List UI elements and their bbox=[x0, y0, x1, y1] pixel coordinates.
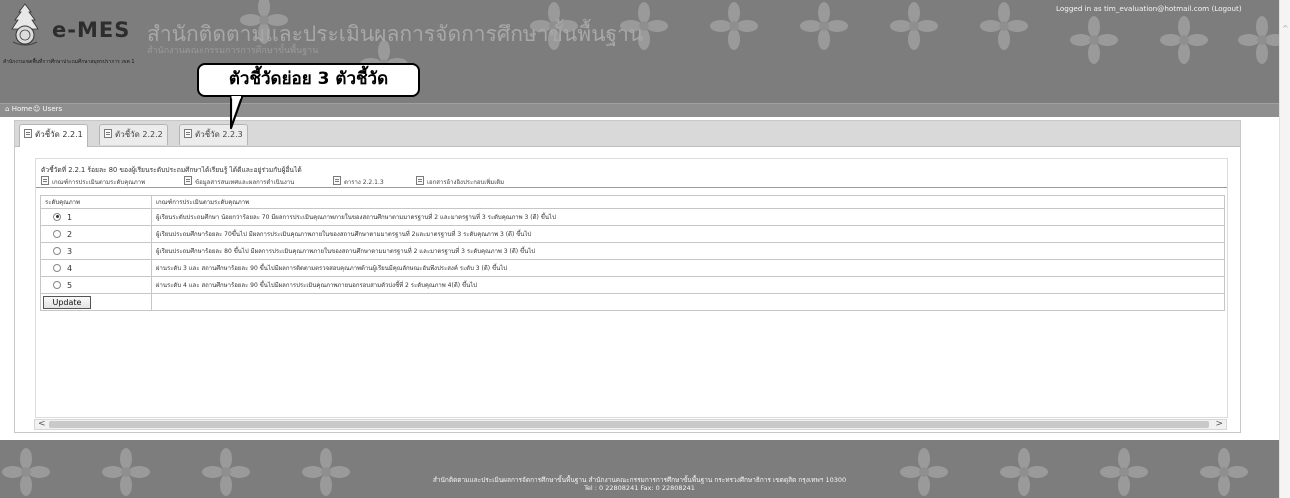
indicator-title: ตัวชี้วัดที่ 2.2.1 ร้อยละ 80 ของผู้เรียน… bbox=[41, 166, 302, 174]
callout-pointer bbox=[230, 96, 244, 130]
document-icon bbox=[184, 176, 192, 185]
users-icon: ☺ bbox=[33, 105, 41, 113]
level-radio[interactable] bbox=[53, 263, 61, 272]
empty-cell bbox=[151, 293, 1225, 311]
document-icon bbox=[333, 176, 341, 185]
subtab-criteria[interactable]: เกณฑ์การประเมินตามระดับคุณภาพ bbox=[41, 176, 145, 187]
subtab-information[interactable]: ข้อมูลสารสนเทศและผลการดำเนินงาน bbox=[184, 176, 294, 187]
update-cell: Update bbox=[40, 293, 152, 311]
document-icon bbox=[416, 176, 424, 185]
level-cell: 4 bbox=[40, 259, 152, 277]
ministry-seal-icon bbox=[5, 2, 45, 46]
subtab-table[interactable]: ตาราง 2.2.1.3 bbox=[333, 176, 384, 187]
table-row: Update bbox=[40, 293, 1225, 311]
document-icon bbox=[41, 176, 49, 185]
footer-contact: Tel : 0 22808241 Fax: 0 22808241 bbox=[584, 484, 695, 492]
tab-indicator-2-2-1[interactable]: ตัวชี้วัด 2.2.1 bbox=[19, 124, 88, 147]
level-cell: 3 bbox=[40, 242, 152, 260]
flower-decoration-icon bbox=[800, 2, 848, 50]
level-cell: 1 bbox=[40, 208, 152, 226]
criteria-text: ผู้เรียนระดับประถมศึกษา น้อยกว่าร้อยละ 7… bbox=[151, 208, 1225, 226]
column-header-criteria: เกณฑ์การประเมินตามระดับคุณภาพ bbox=[151, 195, 1225, 209]
update-button[interactable]: Update bbox=[43, 295, 91, 309]
criteria-text: ผ่านระดับ 4 และ สถานศึกษาร้อยละ 90 ขึ้นไ… bbox=[151, 276, 1225, 294]
nav-item-users[interactable]: ☺ Users bbox=[33, 105, 62, 113]
scrollbar-thumb[interactable] bbox=[49, 421, 1209, 428]
criteria-table: ระดับคุณภาพ เกณฑ์การประเมินตามระดับคุณภา… bbox=[40, 195, 1225, 311]
level-radio[interactable] bbox=[53, 229, 61, 238]
tab-label: ตัวชี้วัด 2.2.3 bbox=[195, 130, 243, 139]
level-number: 5 bbox=[67, 280, 73, 290]
app-brand: e-MES bbox=[52, 18, 131, 42]
header-banner: e-MES สำนักติดตามและประเมินผลการจัดการศึ… bbox=[0, 0, 1279, 103]
scroll-up-arrow-icon[interactable]: ^ bbox=[1282, 24, 1289, 33]
horizontal-scrollbar[interactable]: < > bbox=[34, 419, 1227, 430]
table-row: 5 ผ่านระดับ 4 และ สถานศึกษาร้อยละ 90 ขึ้… bbox=[40, 276, 1225, 294]
indicator-subtabs: เกณฑ์การประเมินตามระดับคุณภาพ ข้อมูลสารส… bbox=[36, 175, 1227, 188]
annotation-callout: ตัวชี้วัดย่อย 3 ตัวชี้วัด bbox=[197, 63, 420, 97]
flower-decoration-icon bbox=[1238, 16, 1279, 64]
flower-decoration-icon bbox=[980, 2, 1028, 50]
table-row: 3 ผู้เรียนประถมศึกษาร้อยละ 80 ขึ้นไป มีผ… bbox=[40, 242, 1225, 260]
vertical-scrollbar[interactable]: ^ bbox=[1279, 0, 1290, 498]
tab-label: ตัวชี้วัด 2.2.1 bbox=[35, 130, 83, 139]
level-cell: 2 bbox=[40, 225, 152, 243]
subtab-label: ข้อมูลสารสนเทศและผลการดำเนินงาน bbox=[195, 179, 295, 186]
document-icon bbox=[24, 129, 32, 138]
office-subtitle: สำนักงานคณะกรรมการการศึกษาขั้นพื้นฐาน bbox=[147, 45, 319, 55]
indicator-tabs: ตัวชี้วัด 2.2.1 ตัวชี้วัด 2.2.2 ตัวชี้วั… bbox=[15, 121, 1240, 147]
logout-link[interactable]: (Logout) bbox=[1211, 4, 1241, 13]
nav-users-label: Users bbox=[42, 105, 63, 113]
level-radio[interactable] bbox=[53, 212, 61, 221]
footer: สำนักติดตามและประเมินผลการจัดการศึกษาขั้… bbox=[0, 440, 1279, 498]
level-number: 3 bbox=[67, 246, 73, 256]
indicator-panel: ตัวชี้วัด 2.2.1 ตัวชี้วัด 2.2.2 ตัวชี้วั… bbox=[14, 120, 1241, 433]
login-text: Logged in as tim_evaluation@hotmail.com bbox=[1056, 4, 1210, 13]
level-radio[interactable] bbox=[53, 246, 61, 255]
scroll-right-arrow-icon[interactable]: > bbox=[1215, 419, 1223, 429]
login-status: Logged in as tim_evaluation@hotmail.com … bbox=[1056, 4, 1242, 13]
flower-decoration-icon bbox=[890, 2, 938, 50]
level-number: 2 bbox=[67, 229, 73, 239]
flower-decoration-icon bbox=[1070, 16, 1118, 64]
nav-home-label: Home bbox=[11, 105, 33, 113]
document-icon bbox=[184, 129, 192, 138]
criteria-text: ผู้เรียนประถมศึกษาร้อยละ 80 ขึ้นไป มีผลก… bbox=[151, 242, 1225, 260]
table-row: 4 ผ่านระดับ 3 และ สถานศึกษาร้อยละ 90 ขึ้… bbox=[40, 259, 1225, 277]
document-icon bbox=[104, 129, 112, 138]
level-radio[interactable] bbox=[53, 280, 61, 289]
flower-decoration-icon bbox=[710, 2, 758, 50]
level-number: 4 bbox=[67, 263, 73, 273]
level-number: 1 bbox=[67, 212, 73, 222]
subtab-label: ตาราง 2.2.1.3 bbox=[344, 179, 384, 186]
subtab-label: เอกสารอ้างอิงประกอบเพิ่มเติม bbox=[427, 179, 505, 186]
indicator-content: ตัวชี้วัดที่ 2.2.1 ร้อยละ 80 ของผู้เรียน… bbox=[35, 158, 1228, 418]
tab-label: ตัวชี้วัด 2.2.2 bbox=[115, 130, 163, 139]
top-navbar: ⌂ Home ☺ Users bbox=[0, 103, 1279, 117]
subtab-label: เกณฑ์การประเมินตามระดับคุณภาพ bbox=[52, 179, 146, 186]
criteria-text: ผู้เรียนประถมศึกษาร้อยละ 70ขึ้นไป มีผลกา… bbox=[151, 225, 1225, 243]
area-office-name: สำนักงานเขตพื้นที่การศึกษาประถมศึกษาสมุท… bbox=[3, 59, 135, 65]
level-cell: 5 bbox=[40, 276, 152, 294]
table-row: 1 ผู้เรียนระดับประถมศึกษา น้อยกว่าร้อยละ… bbox=[40, 208, 1225, 226]
table-row: 2 ผู้เรียนประถมศึกษาร้อยละ 70ขึ้นไป มีผล… bbox=[40, 225, 1225, 243]
nav-item-home[interactable]: ⌂ Home bbox=[5, 105, 32, 113]
scroll-left-arrow-icon[interactable]: < bbox=[38, 419, 46, 429]
home-icon: ⌂ bbox=[5, 105, 10, 113]
flower-decoration-icon bbox=[1160, 16, 1208, 64]
tab-indicator-2-2-2[interactable]: ตัวชี้วัด 2.2.2 bbox=[99, 124, 168, 145]
criteria-text: ผ่านระดับ 3 และ สถานศึกษาร้อยละ 90 ขึ้นไ… bbox=[151, 259, 1225, 277]
subtab-references[interactable]: เอกสารอ้างอิงประกอบเพิ่มเติม bbox=[416, 176, 504, 187]
column-header-level: ระดับคุณภาพ bbox=[40, 195, 152, 209]
table-header-row: ระดับคุณภาพ เกณฑ์การประเมินตามระดับคุณภา… bbox=[40, 195, 1225, 209]
